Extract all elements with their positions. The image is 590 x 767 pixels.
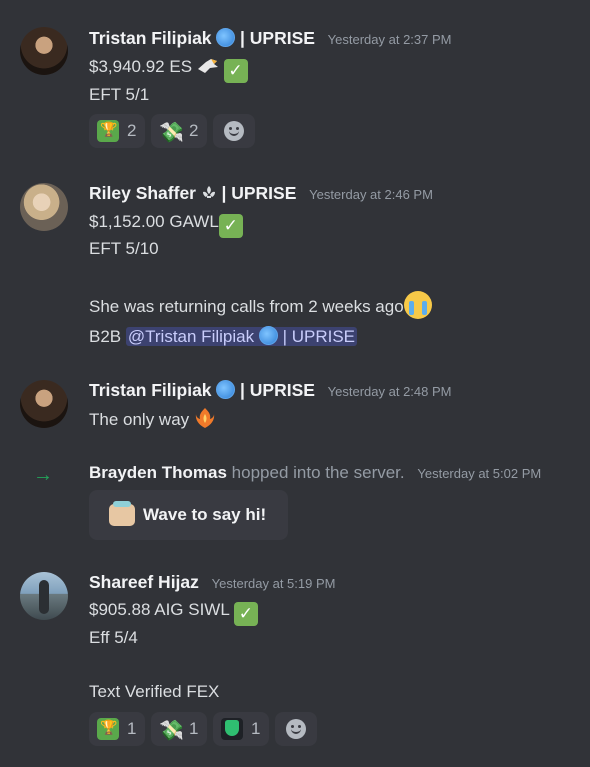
globe-icon xyxy=(258,326,278,345)
author-name[interactable]: Tristan Filipiak xyxy=(89,380,212,400)
eagle-icon xyxy=(197,59,218,73)
avatar[interactable] xyxy=(20,27,68,75)
timestamp: Yesterday at 2:37 PM xyxy=(327,32,452,47)
reaction-count: 1 xyxy=(189,719,199,738)
reaction-money[interactable]: 1 xyxy=(151,712,207,746)
message-header: Riley Shaffer | UPRISE Yesterday at 2:46… xyxy=(89,183,433,204)
message-text: $3,940.92 ES ✓ xyxy=(89,55,248,83)
author-tag[interactable]: | UPRISE xyxy=(240,28,315,48)
mention-tag: | UPRISE xyxy=(282,327,355,346)
author-tag[interactable]: | UPRISE xyxy=(221,183,296,203)
check-icon: ✓ xyxy=(218,214,243,238)
timestamp: Yesterday at 2:48 PM xyxy=(327,384,452,399)
avatar[interactable] xyxy=(20,380,68,428)
money-wings-icon xyxy=(159,120,184,145)
author-name[interactable]: Riley Shaffer xyxy=(89,183,196,203)
fleur-de-lis-icon xyxy=(202,186,215,198)
message-line: $1,152.00 GAWL xyxy=(89,212,219,231)
crying-face-icon xyxy=(403,291,432,319)
message-text: B2B @Tristan Filipiak | UPRISE xyxy=(89,325,357,349)
message-header: Tristan Filipiak | UPRISE Yesterday at 2… xyxy=(89,28,452,49)
message-line: The only way xyxy=(89,410,190,429)
reaction-trophy[interactable]: 2 xyxy=(89,114,145,148)
reaction-count: 1 xyxy=(127,719,137,738)
join-text: hopped into the server. xyxy=(231,463,405,482)
wave-button[interactable]: Wave to say hi! xyxy=(89,490,288,540)
trophy-icon xyxy=(97,120,119,142)
check-icon: ✓ xyxy=(223,59,248,83)
message-text: $1,152.00 GAWL ✓ xyxy=(89,210,243,238)
message-line: Text Verified FEX xyxy=(89,682,220,701)
join-message: Brayden Thomas hopped into the server. Y… xyxy=(89,463,541,483)
timestamp: Yesterday at 5:02 PM xyxy=(417,466,542,481)
message-line: B2B xyxy=(89,327,122,346)
smiley-icon xyxy=(224,121,244,141)
reaction-shield[interactable]: 1 xyxy=(213,712,269,746)
avatar[interactable] xyxy=(20,183,68,231)
message-line: EFT 5/10 xyxy=(89,239,159,258)
globe-icon xyxy=(216,28,236,47)
joined-user-name[interactable]: Brayden Thomas xyxy=(89,463,227,482)
wave-icon xyxy=(109,501,135,526)
money-wings-icon xyxy=(159,718,184,743)
message-header: Tristan Filipiak | UPRISE Yesterday at 2… xyxy=(89,380,452,401)
reaction-bar: 1 1 1 xyxy=(89,712,317,746)
author-name[interactable]: Shareef Hijaz xyxy=(89,572,199,592)
reaction-count: 2 xyxy=(127,121,137,140)
avatar[interactable] xyxy=(20,572,68,620)
reaction-trophy[interactable]: 1 xyxy=(89,712,145,746)
reaction-money[interactable]: 2 xyxy=(151,114,207,148)
message-line: She was returning calls from 2 weeks ago xyxy=(89,297,404,316)
message-line: $905.88 AIG SIWL xyxy=(89,600,230,619)
smiley-icon xyxy=(286,719,306,739)
timestamp: Yesterday at 2:46 PM xyxy=(309,187,433,202)
add-reaction-button[interactable] xyxy=(213,114,255,148)
wave-button-label: Wave to say hi! xyxy=(143,505,267,524)
message-header: Shareef Hijaz Yesterday at 5:19 PM xyxy=(89,572,335,593)
check-icon: ✓ xyxy=(233,602,258,626)
message-line: $3,940.92 ES xyxy=(89,57,193,76)
join-arrow-icon: → xyxy=(33,464,53,486)
reaction-count: 1 xyxy=(251,719,261,738)
user-mention[interactable]: @Tristan Filipiak | UPRISE xyxy=(125,326,357,346)
shield-icon xyxy=(221,718,243,740)
trophy-icon xyxy=(97,718,119,740)
reaction-count: 2 xyxy=(189,121,199,140)
phoenix-icon xyxy=(195,408,215,428)
message-text: She was returning calls from 2 weeks ago xyxy=(89,291,432,319)
globe-icon xyxy=(216,380,236,399)
author-tag[interactable]: | UPRISE xyxy=(240,380,315,400)
message-text: The only way xyxy=(89,406,216,432)
reaction-bar: 2 2 xyxy=(89,114,255,148)
message-line: EFT 5/1 xyxy=(89,85,150,104)
timestamp: Yesterday at 5:19 PM xyxy=(211,576,336,591)
author-name[interactable]: Tristan Filipiak xyxy=(89,28,212,48)
message-text: $905.88 AIG SIWL ✓ xyxy=(89,598,258,626)
mention-name: @Tristan Filipiak xyxy=(127,327,255,346)
message-line: Eff 5/4 xyxy=(89,628,138,647)
add-reaction-button[interactable] xyxy=(275,712,317,746)
